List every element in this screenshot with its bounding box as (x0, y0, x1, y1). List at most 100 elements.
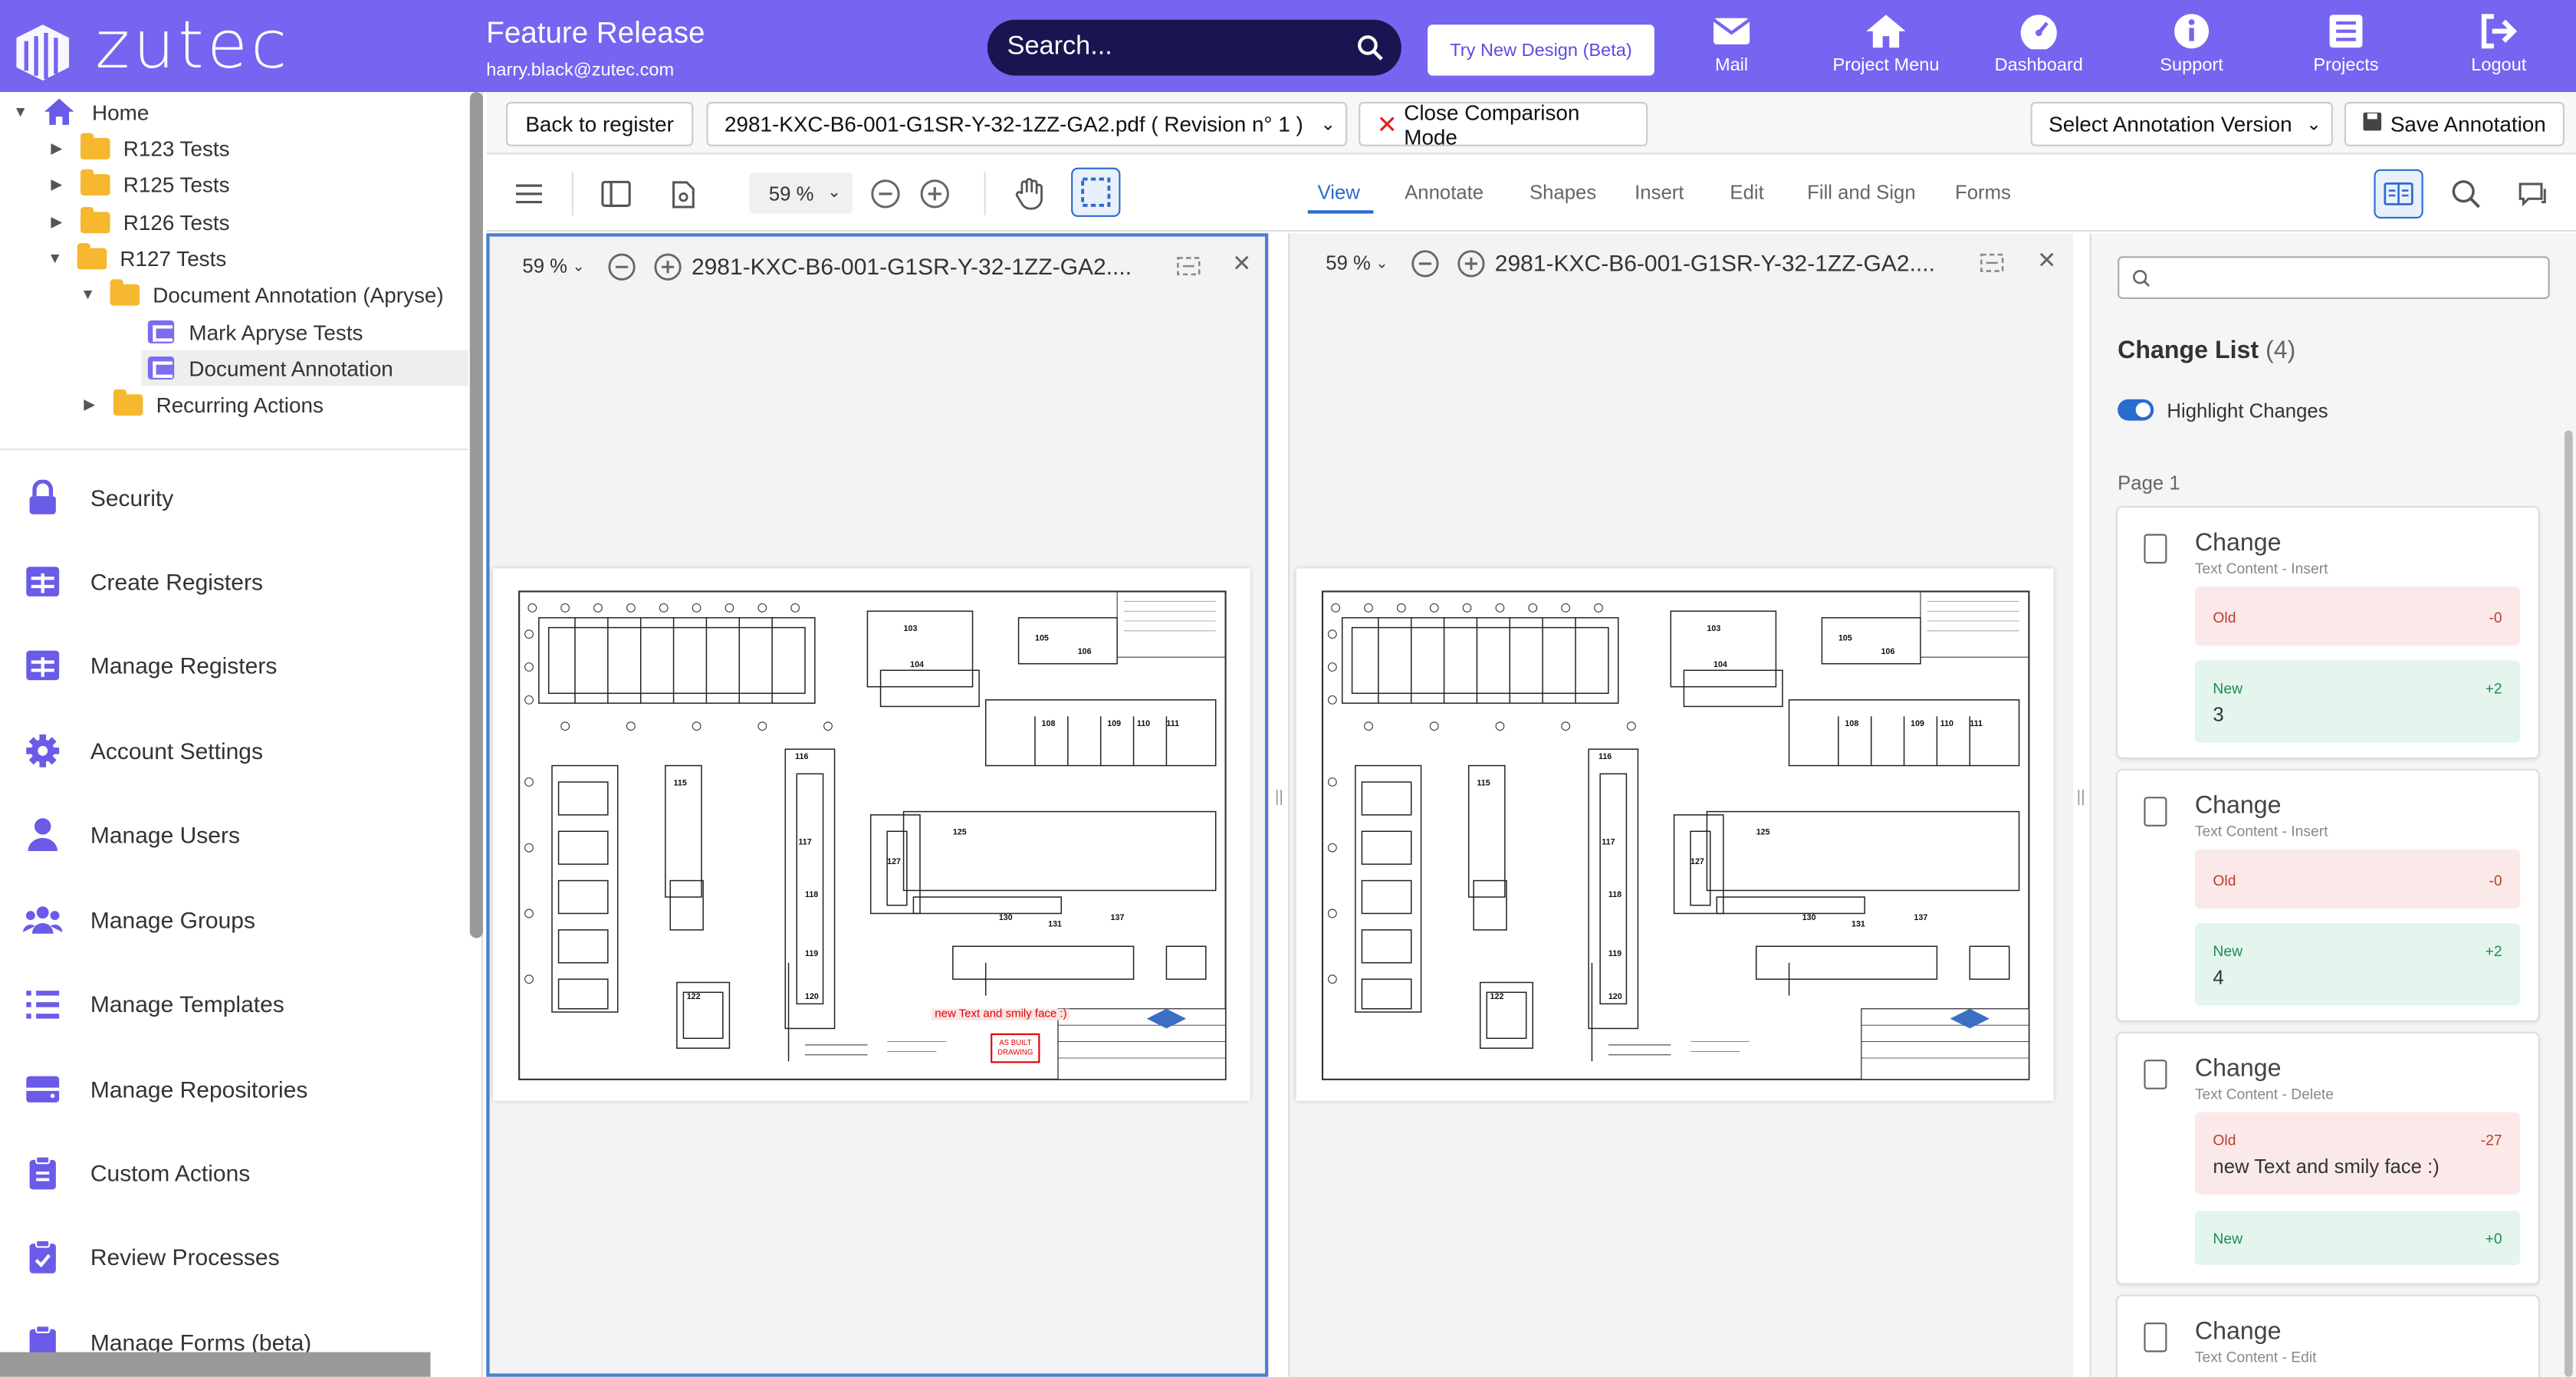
search-input[interactable]: Search... (1007, 33, 1112, 63)
change-search-input[interactable] (2118, 256, 2550, 299)
document-page[interactable]: 103 104 105 106 108 109 110 111 115 116 117 118 119 1… (1296, 568, 2054, 1101)
nav-logout[interactable]: Logout (2433, 13, 2564, 76)
nav-project-menu-label: Project Menu (1832, 55, 1940, 76)
chevron-right-icon[interactable]: ▶ (51, 139, 67, 157)
project-info: Feature Release harry.black@zutec.com (486, 16, 705, 81)
tree-item-mark-apryse-tests[interactable]: Mark Apryse Tests (147, 314, 363, 350)
menu-account-settings[interactable]: Account Settings (23, 726, 263, 775)
tree-item-r126[interactable]: ▶ R126 Tests (51, 204, 230, 240)
tab-insert[interactable]: Insert (1635, 181, 1684, 204)
back-to-register-button[interactable]: Back to register (506, 101, 694, 146)
highlight-toggle[interactable] (2118, 399, 2154, 421)
nav-mail[interactable]: Mail (1666, 13, 1797, 76)
global-search[interactable]: Search... (987, 19, 1401, 76)
menu-manage-registers[interactable]: Manage Registers (23, 641, 277, 690)
folder-icon (113, 388, 143, 416)
as-built-stamp[interactable]: AS BUILT DRAWING (991, 1033, 1040, 1063)
zoom-in-icon[interactable] (654, 252, 682, 280)
zoom-out-icon[interactable] (1411, 249, 1439, 277)
pane-zoom[interactable]: 59 % (1326, 251, 1371, 274)
nav-support[interactable]: Support (2126, 13, 2257, 76)
sync-icon[interactable] (1980, 251, 2004, 274)
menu-manage-repositories[interactable]: Manage Repositories (23, 1065, 307, 1114)
change-card[interactable]: Change Text Content - Insert Old -0 New +2… (2116, 506, 2540, 759)
menu-manage-groups[interactable]: Manage Groups (23, 896, 255, 945)
room-number-label: 105 (1838, 634, 1852, 643)
tab-shapes[interactable]: Shapes (1530, 181, 1596, 204)
zoom-in-icon[interactable] (917, 176, 953, 212)
change-card[interactable]: Change Text Content - Edit (2116, 1294, 2540, 1377)
compare-view-button[interactable] (2374, 169, 2423, 219)
nav-projects[interactable]: Projects (2280, 13, 2411, 76)
menu-icon[interactable] (511, 176, 547, 212)
document-page[interactable]: 103 104 105 106 108 109 110 111 115 116 117 118 119 1… (492, 568, 1250, 1101)
logout-icon (2481, 14, 2518, 49)
panel-scrollbar[interactable] (2564, 430, 2573, 1377)
page-settings-icon[interactable] (665, 176, 702, 212)
zoom-out-icon[interactable] (608, 252, 636, 280)
menu-create-registers[interactable]: Create Registers (23, 557, 263, 606)
zoom-in-icon[interactable] (1457, 249, 1485, 277)
menu-review-processes[interactable]: Review Processes (23, 1232, 280, 1281)
close-pane-icon[interactable]: ✕ (2037, 246, 2056, 274)
selection-tool-button[interactable] (1071, 167, 1121, 217)
tree-item-home[interactable]: ▼ Home (13, 94, 149, 130)
users-icon (23, 906, 63, 934)
tab-annotate[interactable]: Annotate (1405, 181, 1484, 204)
chevron-right-icon[interactable]: ▶ (51, 175, 67, 193)
room-number-label: 119 (1608, 949, 1622, 958)
tab-fill-and-sign[interactable]: Fill and Sign (1807, 181, 1916, 204)
search-icon[interactable] (2448, 176, 2484, 212)
close-pane-icon[interactable]: ✕ (1232, 250, 1251, 278)
nav-mail-label: Mail (1714, 55, 1749, 76)
chevron-right-icon[interactable]: ▶ (51, 213, 67, 232)
tab-edit[interactable]: Edit (1730, 181, 1763, 204)
annotation-version-select[interactable]: Select Annotation Version ⌄ (2030, 101, 2333, 146)
zoom-select[interactable]: 59 % ⌄ (749, 173, 853, 214)
try-new-design-button[interactable]: Try New Design (Beta) (1428, 25, 1654, 76)
menu-manage-users[interactable]: Manage Users (23, 810, 240, 859)
chevron-right-icon[interactable]: ▶ (84, 395, 100, 413)
close-comparison-button[interactable]: ✕ Close Comparison Mode (1359, 100, 1648, 149)
menu-security[interactable]: Security (23, 473, 173, 522)
comments-icon[interactable] (2515, 176, 2551, 212)
nav-project-menu[interactable]: Project Menu (1820, 13, 1951, 76)
sidebar-panel-icon[interactable] (598, 176, 634, 212)
tree-item-r127[interactable]: ▼ R127 Tests (48, 240, 226, 276)
new-count: +2 (2485, 943, 2502, 960)
new-label: New (2213, 943, 2243, 960)
pane-zoom[interactable]: 59 % (522, 255, 567, 278)
close-icon: ✕ (1376, 110, 1398, 140)
pan-tool-icon[interactable] (1012, 176, 1048, 212)
tree-item-document-annotation-apryse[interactable]: ▼ Document Annotation (Apryse) (80, 276, 444, 312)
tab-forms[interactable]: Forms (1955, 181, 2011, 204)
chevron-down-icon[interactable]: ▼ (48, 250, 64, 266)
tree-item-document-annotation[interactable]: Document Annotation (141, 350, 468, 386)
zoom-out-icon[interactable] (867, 176, 903, 212)
change-card[interactable]: Change Text Content - Delete Old -27 new T… (2116, 1031, 2540, 1285)
chevron-down-icon[interactable]: ▼ (13, 104, 29, 120)
tree-item-r125[interactable]: ▶ R125 Tests (51, 166, 230, 202)
room-number-label: 119 (805, 949, 818, 958)
document-select[interactable]: 2981-KXC-B6-001-G1SR-Y-32-1ZZ-GA2.pdf ( … (706, 101, 1348, 146)
search-button[interactable] (1339, 20, 1401, 76)
tree-item-r123[interactable]: ▶ R123 Tests (51, 130, 230, 166)
chevron-down-icon[interactable]: ▼ (80, 286, 97, 302)
old-count: -0 (2489, 610, 2502, 626)
annotation-version-value: Select Annotation Version (2049, 111, 2292, 136)
sync-icon[interactable] (1176, 255, 1201, 278)
pane-splitter-handle[interactable]: || (2077, 789, 2085, 807)
menu-manage-templates[interactable]: Manage Templates (23, 979, 284, 1028)
tree-item-label: R126 Tests (123, 209, 230, 235)
menu-custom-actions[interactable]: Custom Actions (23, 1149, 250, 1198)
change-card[interactable]: Change Text Content - Insert Old -0 New +2… (2116, 768, 2540, 1022)
sidebar-scrollbar[interactable] (469, 92, 483, 938)
save-annotation-button[interactable]: Save Annotation (2344, 101, 2564, 146)
nav-dashboard[interactable]: Dashboard (1973, 13, 2104, 76)
annotation-text[interactable]: new Text and smily face :) (932, 1008, 1070, 1020)
sidebar-horizontal-scrollbar[interactable] (0, 1352, 431, 1377)
zutec-logo[interactable]: zutec (13, 8, 290, 84)
pane-splitter-handle[interactable]: || (1275, 789, 1283, 807)
tab-view[interactable]: View (1318, 181, 1360, 204)
tree-item-recurring-actions[interactable]: ▶ Recurring Actions (84, 386, 324, 422)
